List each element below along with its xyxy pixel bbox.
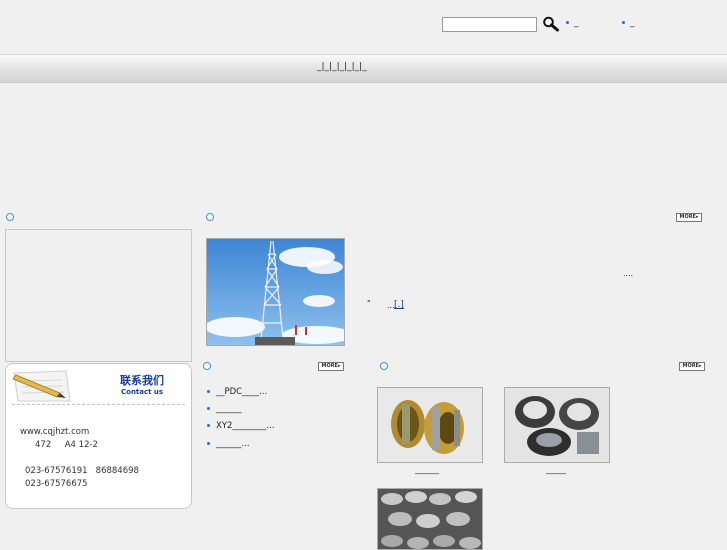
more-label[interactable]: MORE	[682, 363, 699, 369]
section-circle-icon	[206, 213, 214, 221]
product-caption-2[interactable]: _____	[546, 465, 566, 474]
more-label[interactable]: MORE	[321, 363, 338, 369]
core-bits-image	[378, 489, 482, 549]
list-item-label[interactable]: ______...	[216, 439, 250, 449]
bullet-icon	[207, 390, 210, 393]
drilling-rig-image	[207, 239, 344, 345]
nav-menu-text[interactable]: _|_|_|_|_|_|_	[316, 62, 368, 72]
search-icon	[543, 16, 559, 32]
bullet-icon	[207, 442, 210, 445]
list-item-label[interactable]: ______	[216, 404, 242, 414]
more-label[interactable]: MORE	[679, 214, 696, 220]
drill-bit-image	[378, 388, 482, 462]
bullet-icon	[566, 21, 569, 24]
list-item[interactable]: ______...	[207, 439, 250, 449]
left-panel	[5, 229, 192, 362]
section-circle-icon	[380, 362, 388, 370]
about-text-2: "	[367, 299, 371, 308]
product-image-3[interactable]	[377, 488, 483, 550]
about-read-more-link[interactable]: [.]	[394, 300, 404, 310]
product-list-more-button[interactable]: MORE▸	[318, 362, 344, 371]
contact-subtitle: Contact us	[121, 388, 164, 396]
nav-menu[interactable]: _|_|_|_|_|_|_	[316, 62, 368, 72]
about-text-1: ....	[623, 269, 634, 278]
about-more-button[interactable]: MORE▸	[676, 213, 702, 222]
contact-fax: 023-67576675	[25, 479, 88, 489]
reaming-shell-image	[505, 388, 609, 462]
search-input[interactable]	[442, 17, 537, 32]
about-image	[206, 238, 345, 346]
header-link-1-label[interactable]: _	[574, 18, 579, 28]
header-link-2[interactable]: _	[622, 18, 635, 28]
header-link-1[interactable]: _	[566, 18, 579, 28]
contact-phone: 023-67576191 86884698	[25, 466, 139, 476]
section-circle-icon	[6, 213, 14, 221]
contact-address: 472 A4 12-2	[35, 440, 98, 450]
section-circle-icon	[203, 362, 211, 370]
bullet-icon	[207, 424, 210, 427]
product-image-1[interactable]	[377, 387, 483, 463]
list-item[interactable]: ______	[207, 404, 242, 414]
contact-website: www.cqjhzt.com	[20, 427, 90, 437]
list-item-label[interactable]: XY2________...	[216, 421, 275, 431]
product-image-2[interactable]	[504, 387, 610, 463]
pen-paper-icon	[12, 370, 71, 402]
contact-title: 联系我们	[120, 374, 164, 387]
search-button[interactable]	[542, 16, 560, 32]
product-caption-1[interactable]: ______	[415, 465, 439, 474]
divider	[12, 404, 185, 405]
list-item-label[interactable]: __PDC____...	[216, 387, 267, 397]
contact-box: 联系我们 Contact us www.cqjhzt.com 472 A4 12…	[5, 363, 192, 509]
list-item[interactable]: __PDC____...	[207, 387, 267, 397]
bullet-icon	[207, 407, 210, 410]
bullet-icon	[622, 21, 625, 24]
list-item[interactable]: XY2________...	[207, 421, 275, 431]
products-more-button[interactable]: MORE▸	[679, 362, 705, 371]
header-link-2-label[interactable]: _	[630, 18, 635, 28]
